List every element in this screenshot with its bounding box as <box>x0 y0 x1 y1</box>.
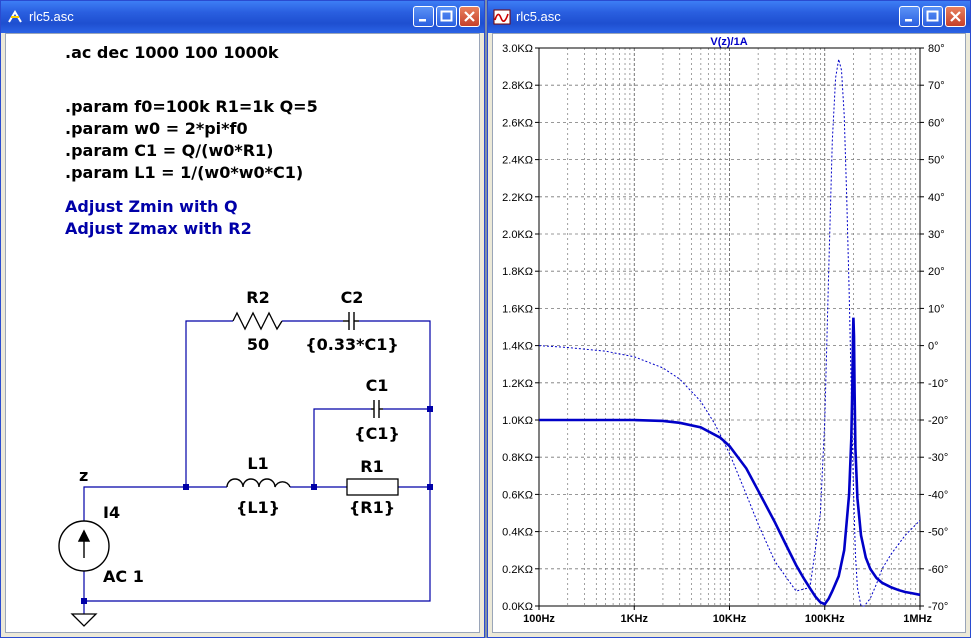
right-tick-label: 50° <box>928 155 945 167</box>
right-tick-label: -70° <box>928 601 948 613</box>
close-button[interactable] <box>459 6 480 27</box>
left-tick-label: 2.0KΩ <box>502 229 533 241</box>
left-axis-ticks: 3.0KΩ 2.8KΩ 2.6KΩ 2.4KΩ 2.2KΩ 2.0KΩ 1.8KΩ 1.6KΩ… <box>502 43 539 613</box>
x-tick-label: 100KHz <box>805 613 845 625</box>
right-tick-label: 10° <box>928 303 945 315</box>
comment-zmin[interactable]: Adjust Zmin with Q <box>65 197 238 216</box>
maximize-icon <box>440 10 453 22</box>
param-directive-c1[interactable]: .param C1 = Q/(w0*R1) <box>65 141 273 160</box>
i4-current-source-symbol[interactable] <box>58 520 110 572</box>
right-tick-label: 70° <box>928 80 945 92</box>
minimize-icon <box>905 19 912 22</box>
x-tick-label: 1KHz <box>620 613 648 625</box>
i4-value[interactable]: AC 1 <box>103 567 144 586</box>
close-button[interactable] <box>945 6 966 27</box>
plot-grid <box>539 48 920 606</box>
right-axis-ticks: 80° 70° 60° 50° 40° 30° 20° 10° 0° -10° -20° -30° -4… <box>920 43 948 613</box>
param-directive-w0[interactable]: .param w0 = 2*pi*f0 <box>65 119 248 138</box>
right-tick-label: 80° <box>928 43 945 55</box>
schematic-window: rlc5.asc .ac dec 1000 100 1000k .param f… <box>0 0 485 638</box>
l1-name[interactable]: L1 <box>247 454 268 473</box>
c2-name[interactable]: C2 <box>341 288 364 307</box>
maximize-button[interactable] <box>922 6 943 27</box>
close-icon <box>950 11 961 22</box>
left-tick-label: 1.0KΩ <box>502 415 533 427</box>
ac-directive[interactable]: .ac dec 1000 100 1000k <box>65 43 279 62</box>
right-tick-label: 0° <box>928 341 939 353</box>
right-tick-label: -10° <box>928 378 948 390</box>
left-tick-label: 1.2KΩ <box>502 378 533 390</box>
maximize-icon <box>926 10 939 22</box>
schematic-app-icon <box>8 10 22 23</box>
net-label-z[interactable]: z <box>79 466 88 485</box>
minimize-icon <box>419 19 426 22</box>
l1-value[interactable]: {L1} <box>236 498 280 517</box>
right-tick-label: 20° <box>928 266 945 278</box>
r1-resistor-symbol[interactable] <box>346 478 399 496</box>
plot-titlebar[interactable]: rlc5.asc <box>488 1 970 33</box>
left-tick-label: 2.2KΩ <box>502 192 533 204</box>
left-tick-label: 3.0KΩ <box>502 43 533 55</box>
r1-value[interactable]: {R1} <box>349 498 395 517</box>
left-tick-label: 1.4KΩ <box>502 341 533 353</box>
plot-window: rlc5.asc V(z)/1A 3.0KΩ 2.8KΩ 2.6KΩ 2.4KΩ 2.2… <box>487 0 971 638</box>
x-tick-label: 100Hz <box>523 613 555 625</box>
right-tick-label: -30° <box>928 452 948 464</box>
r2-name[interactable]: R2 <box>246 288 269 307</box>
plot-area-frame <box>538 47 921 607</box>
schematic-window-title: rlc5.asc <box>29 9 74 24</box>
left-tick-label: 1.8KΩ <box>502 266 533 278</box>
left-tick-label: 2.6KΩ <box>502 117 533 129</box>
schematic-titlebar[interactable]: rlc5.asc <box>1 1 484 33</box>
ground-icon[interactable] <box>70 613 98 627</box>
plot-window-title: rlc5.asc <box>516 9 561 24</box>
left-tick-label: 2.8KΩ <box>502 80 533 92</box>
left-tick-label: 2.4KΩ <box>502 155 533 167</box>
left-tick-label: 0.2KΩ <box>502 564 533 576</box>
x-tick-label: 1MHz <box>903 613 932 625</box>
close-icon <box>464 11 475 22</box>
left-tick-label: 1.6KΩ <box>502 303 533 315</box>
right-tick-label: 40° <box>928 192 945 204</box>
left-tick-label: 0.4KΩ <box>502 527 533 539</box>
param-directive-f0[interactable]: .param f0=100k R1=1k Q=5 <box>65 97 318 116</box>
c2-value[interactable]: {0.33*C1} <box>305 335 399 354</box>
x-tick-label: 10KHz <box>713 613 747 625</box>
i4-name[interactable]: I4 <box>103 503 120 522</box>
right-tick-label: 60° <box>928 117 945 129</box>
left-tick-label: 0.8KΩ <box>502 452 533 464</box>
c1-name[interactable]: C1 <box>366 376 389 395</box>
left-tick-label: 0.6KΩ <box>502 489 533 501</box>
plot-pane[interactable]: V(z)/1A 3.0KΩ 2.8KΩ 2.6KΩ 2.4KΩ 2.2KΩ 2.0KΩ 1.… <box>492 33 966 633</box>
left-tick-label: 0.0KΩ <box>502 601 533 613</box>
right-tick-label: -60° <box>928 564 948 576</box>
c1-value[interactable]: {C1} <box>354 424 400 443</box>
r1-name[interactable]: R1 <box>360 457 383 476</box>
schematic-canvas[interactable]: .ac dec 1000 100 1000k .param f0=100k R1… <box>5 33 480 633</box>
comment-zmax[interactable]: Adjust Zmax with R2 <box>65 219 252 238</box>
r2-resistor-symbol[interactable] <box>232 311 283 331</box>
waveform-app-icon <box>493 9 511 25</box>
right-tick-label: -20° <box>928 415 948 427</box>
c2-capacitor-symbol[interactable] <box>343 312 359 330</box>
minimize-button[interactable] <box>899 6 920 27</box>
right-tick-label: -50° <box>928 527 948 539</box>
x-axis-ticks: 100Hz 1KHz 10KHz 100KHz 1MHz <box>523 606 932 625</box>
l1-inductor-symbol[interactable] <box>226 478 291 488</box>
right-tick-label: -40° <box>928 489 948 501</box>
maximize-button[interactable] <box>436 6 457 27</box>
c1-capacitor-symbol[interactable] <box>371 400 383 418</box>
param-directive-l1[interactable]: .param L1 = 1/(w0*w0*C1) <box>65 163 303 182</box>
trace-label[interactable]: V(z)/1A <box>710 36 747 48</box>
minimize-button[interactable] <box>413 6 434 27</box>
r2-value[interactable]: 50 <box>247 335 269 354</box>
right-tick-label: 30° <box>928 229 945 241</box>
